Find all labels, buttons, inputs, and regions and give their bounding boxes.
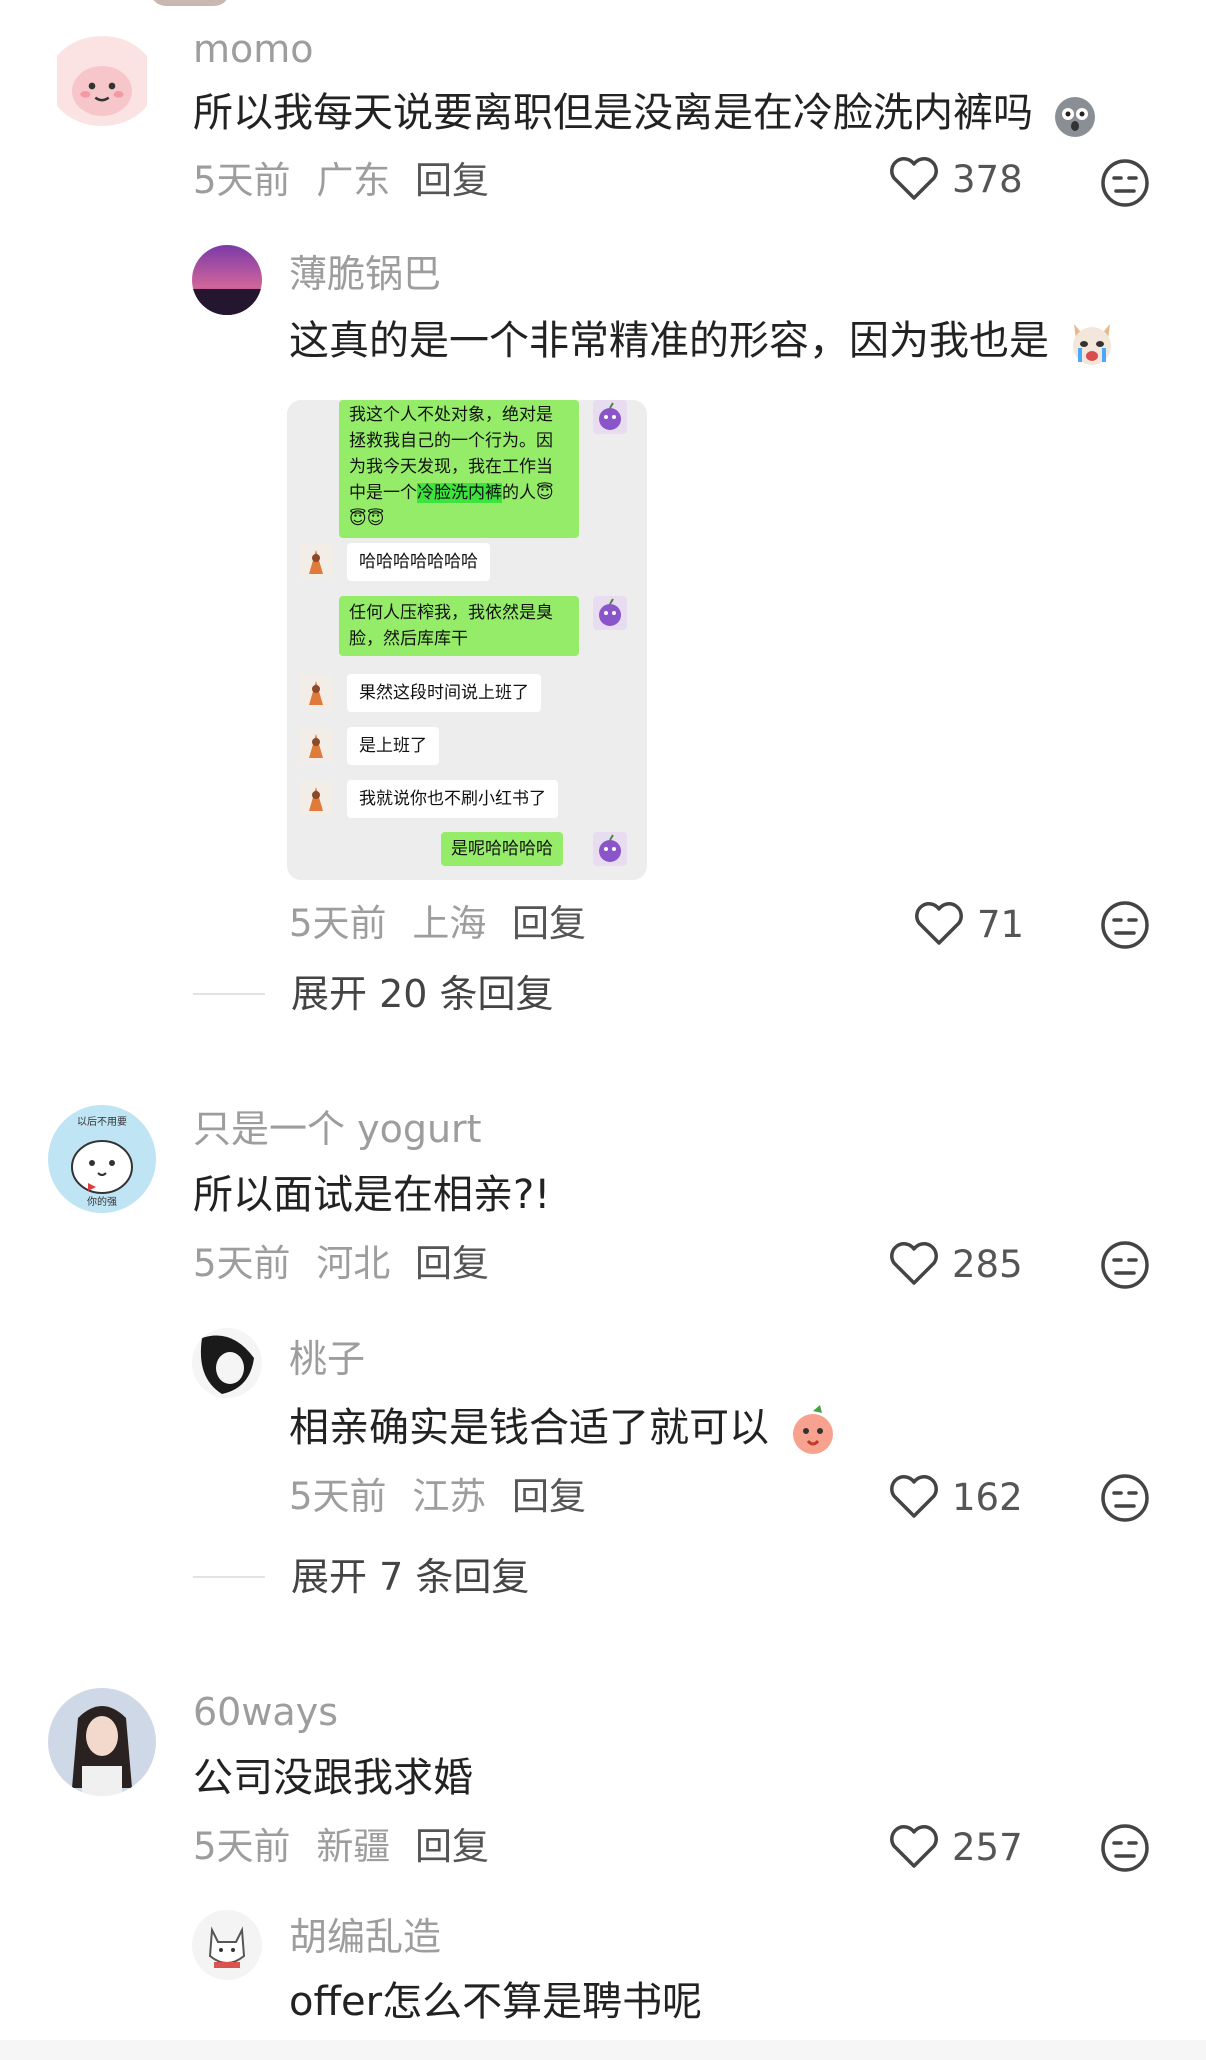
divider xyxy=(193,1576,265,1578)
reply-text-content: 这真的是一个非常精准的形容，因为我也是 xyxy=(289,318,1049,364)
location: 广东 xyxy=(316,159,391,202)
chat-bubble-left: 我就说你也不刷小红书了 xyxy=(347,780,558,818)
username[interactable]: 薄脆锅巴 xyxy=(289,255,441,293)
location: 上海 xyxy=(412,902,487,945)
chat-avatar-left xyxy=(299,544,333,578)
comment-meta: 5天前 河北 xyxy=(193,1245,390,1282)
avatar[interactable] xyxy=(192,245,262,315)
comment-meta: 5天前 广东 xyxy=(193,162,390,199)
comment-text-content: 所以我每天说要离职但是没离是在冷脸洗内裤吗 xyxy=(193,90,1033,136)
girl-photo-avatar-icon xyxy=(48,1688,156,1796)
reply-text-content: 相亲确实是钱合适了就可以 xyxy=(289,1405,769,1451)
avatar-caption: 以后不用要 xyxy=(77,1116,127,1128)
location: 河北 xyxy=(316,1242,391,1285)
reply-button[interactable]: 回复 xyxy=(512,1478,586,1515)
chat-bubble-left: 果然这段时间说上班了 xyxy=(347,674,541,712)
username[interactable]: 胡编乱造 xyxy=(289,1918,441,1956)
chat-avatar-right xyxy=(593,596,627,630)
chat-avatar-left xyxy=(299,781,333,815)
chat-screenshot-image[interactable]: 我这个人不处对象，绝对是拯救我自己的一个行为。因为我今天发现，我在工作当中是一个… xyxy=(287,400,647,880)
expand-replies-label: 展开 7 条回复 xyxy=(291,1555,530,1599)
username[interactable]: 桃子 xyxy=(289,1340,365,1378)
chat-bubble-right: 我这个人不处对象，绝对是拯救我自己的一个行为。因为我今天发现，我在工作当中是一个… xyxy=(339,400,579,538)
expand-replies-button[interactable]: 展开 7 条回复 xyxy=(193,1558,529,1596)
reply-text: 相亲确实是钱合适了就可以 xyxy=(289,1403,840,1457)
chat-bubble-left: 哈哈哈哈哈哈哈 xyxy=(347,543,490,581)
username[interactable]: momo xyxy=(193,30,314,68)
heart-icon xyxy=(915,902,963,945)
like-button[interactable]: 378 xyxy=(888,156,1023,202)
like-button[interactable]: 71 xyxy=(913,901,1024,947)
like-count: 257 xyxy=(952,1825,1023,1869)
chat-avatar-left xyxy=(299,675,333,709)
shocked-emoji-icon xyxy=(1054,97,1095,137)
avatar-caption: 你的强 xyxy=(87,1195,117,1208)
reply-button[interactable]: 回复 xyxy=(415,1245,489,1282)
dislike-face-icon[interactable] xyxy=(1100,1240,1150,1290)
comment-meta: 5天前 新疆 xyxy=(193,1828,390,1865)
sunset-avatar-icon xyxy=(192,245,262,315)
location: 江苏 xyxy=(412,1475,487,1518)
avatar[interactable] xyxy=(192,1328,262,1398)
sketch-girl-avatar-icon xyxy=(192,1328,262,1398)
chat-bubble-left: 是上班了 xyxy=(347,727,439,765)
avatar[interactable] xyxy=(48,1688,156,1796)
chat-avatar-left xyxy=(299,728,333,762)
timestamp: 5天前 xyxy=(193,1825,291,1868)
reply-text: offer怎么不算是聘书呢 xyxy=(289,1979,703,2025)
reply-meta: 5天前 上海 xyxy=(289,905,486,942)
timestamp: 5天前 xyxy=(193,1242,291,1285)
dislike-face-icon[interactable] xyxy=(1100,1473,1150,1523)
chat-bubble-right: 任何人压榨我，我依然是臭脸，然后库库干 xyxy=(339,596,579,656)
like-count: 162 xyxy=(952,1475,1023,1519)
peach-emoji-icon xyxy=(792,1405,833,1454)
heart-icon xyxy=(890,157,938,200)
avatar[interactable]: 以后不用要 你的强 xyxy=(48,1105,156,1213)
like-count: 378 xyxy=(952,157,1023,201)
timestamp: 5天前 xyxy=(193,159,291,202)
crying-dog-emoji-icon xyxy=(1072,324,1111,365)
reply-meta: 5天前 江苏 xyxy=(289,1478,486,1515)
like-button[interactable]: 257 xyxy=(888,1824,1023,1870)
chat-bubble-right: 是呢哈哈哈哈 xyxy=(441,832,563,866)
chat-highlight-text: 冷脸洗内裤 xyxy=(417,483,502,503)
dislike-face-icon[interactable] xyxy=(1100,158,1150,208)
username[interactable]: 只是一个 yogurt xyxy=(193,1110,482,1148)
comment-text: 所以我每天说要离职但是没离是在冷脸洗内裤吗 xyxy=(193,90,1100,140)
hamster-avatar-icon: 以后不用要 你的强 xyxy=(48,1105,156,1213)
like-count: 285 xyxy=(952,1242,1023,1286)
like-button[interactable]: 285 xyxy=(888,1241,1023,1287)
timestamp: 5天前 xyxy=(289,902,387,945)
expand-replies-button[interactable]: 展开 20 条回复 xyxy=(193,975,554,1013)
comment-text: 所以面试是在相亲?! xyxy=(193,1172,551,1218)
like-count: 71 xyxy=(977,902,1025,946)
username[interactable]: 60ways xyxy=(193,1693,338,1731)
dislike-face-icon[interactable] xyxy=(1100,900,1150,950)
chat-avatar-right xyxy=(593,400,627,434)
heart-icon xyxy=(890,1242,938,1285)
reply-button[interactable]: 回复 xyxy=(415,162,489,199)
chat-avatar-right xyxy=(593,832,627,866)
reply-text: 这真的是一个非常精准的形容，因为我也是 xyxy=(289,318,1118,368)
heart-icon xyxy=(890,1825,938,1868)
pig-avatar-icon xyxy=(57,36,147,126)
reply-button[interactable]: 回复 xyxy=(512,905,586,942)
cat-sketch-avatar-icon xyxy=(192,1910,262,1980)
avatar[interactable] xyxy=(192,1910,262,1980)
timestamp: 5天前 xyxy=(289,1475,387,1518)
like-button[interactable]: 162 xyxy=(888,1474,1023,1520)
heart-icon xyxy=(890,1475,938,1518)
dislike-face-icon[interactable] xyxy=(1100,1823,1150,1873)
expand-replies-label: 展开 20 条回复 xyxy=(291,972,554,1016)
location: 新疆 xyxy=(316,1825,391,1868)
previous-avatar-fragment xyxy=(150,0,230,6)
bottom-edge xyxy=(0,2040,1206,2060)
divider xyxy=(193,993,265,995)
reply-button[interactable]: 回复 xyxy=(415,1828,489,1865)
avatar[interactable] xyxy=(48,36,156,126)
comment-text: 公司没跟我求婚 xyxy=(193,1755,473,1801)
